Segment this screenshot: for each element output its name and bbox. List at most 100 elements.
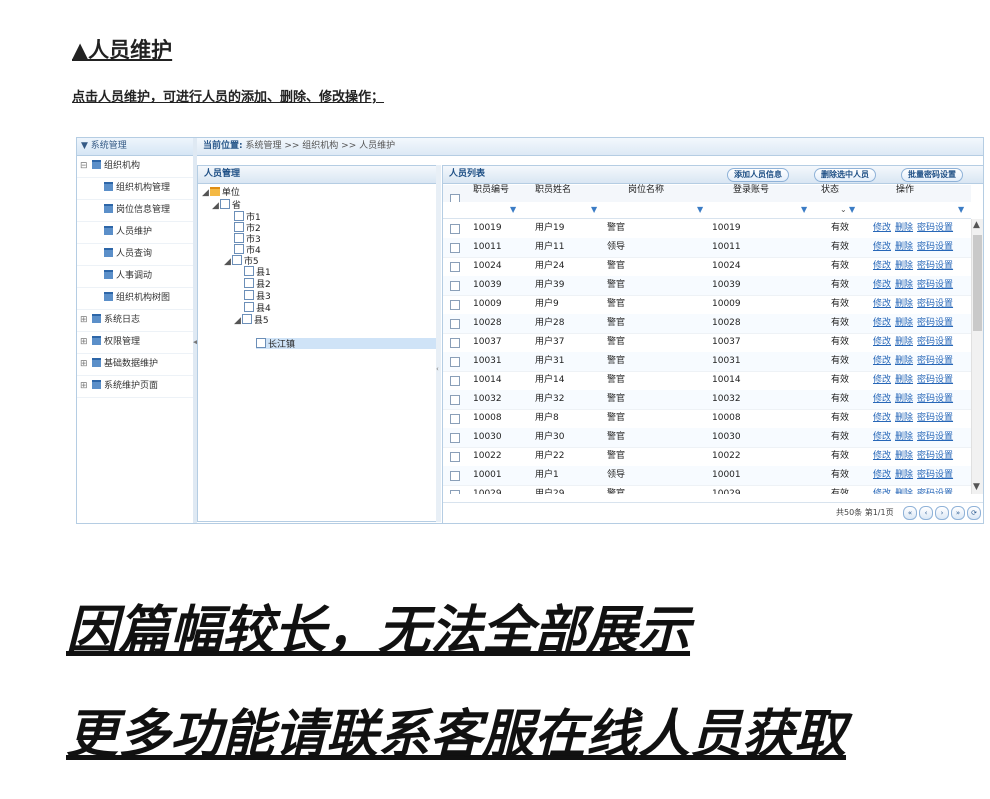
- table-row[interactable]: 10024 用户24 警官 10024 有效 修改 删除 密码设置: [443, 257, 971, 277]
- tree-node-city[interactable]: ◢ 市5: [224, 255, 259, 267]
- edit-link[interactable]: 修改: [873, 413, 891, 423]
- menu-item[interactable]: ⊞ 系统维护页面: [77, 376, 193, 398]
- delete-link[interactable]: 删除: [895, 375, 913, 385]
- edit-link[interactable]: 修改: [873, 356, 891, 366]
- tree-checkbox[interactable]: [234, 244, 244, 254]
- table-row[interactable]: 10009 用户9 警官 10009 有效 修改 删除 密码设置: [443, 295, 971, 315]
- delete-selected-button[interactable]: 删除选中人员: [814, 168, 876, 182]
- row-checkbox[interactable]: [450, 338, 460, 348]
- expand-toggle-icon[interactable]: ⊞: [77, 332, 90, 353]
- menu-item[interactable]: ⊞ 基础数据维护: [77, 354, 193, 376]
- tree-expand-icon[interactable]: ◢: [234, 316, 241, 326]
- tree-checkbox[interactable]: [244, 278, 254, 288]
- tree-node-county[interactable]: 县3: [244, 290, 271, 302]
- scroll-thumb[interactable]: [973, 235, 982, 331]
- edit-link[interactable]: 修改: [873, 394, 891, 404]
- menu-item[interactable]: 人事调动: [77, 266, 193, 288]
- edit-link[interactable]: 修改: [873, 337, 891, 347]
- delete-link[interactable]: 删除: [895, 489, 913, 494]
- filter-icon[interactable]: ▼: [958, 205, 964, 214]
- table-row[interactable]: 10011 用户11 领导 10011 有效 修改 删除 密码设置: [443, 238, 971, 258]
- tree-expand-icon[interactable]: ◢: [212, 201, 219, 211]
- delete-link[interactable]: 删除: [895, 280, 913, 290]
- table-row[interactable]: 10008 用户8 警官 10008 有效 修改 删除 密码设置: [443, 409, 971, 429]
- password-link[interactable]: 密码设置: [917, 261, 953, 271]
- tree-checkbox[interactable]: [231, 255, 242, 265]
- table-row[interactable]: 10014 用户14 警官 10014 有效 修改 删除 密码设置: [443, 371, 971, 391]
- menu-item[interactable]: ⊟ 组织机构: [77, 156, 193, 178]
- filter-icon[interactable]: ▼: [510, 205, 516, 214]
- edit-link[interactable]: 修改: [873, 280, 891, 290]
- edit-link[interactable]: 修改: [873, 223, 891, 233]
- edit-link[interactable]: 修改: [873, 242, 891, 252]
- edit-link[interactable]: 修改: [873, 451, 891, 461]
- tree-checkbox[interactable]: [219, 199, 230, 209]
- row-checkbox[interactable]: [450, 224, 460, 234]
- row-checkbox[interactable]: [450, 414, 460, 424]
- table-row[interactable]: 10032 用户32 警官 10032 有效 修改 删除 密码设置: [443, 390, 971, 410]
- tree-node-county[interactable]: 县1: [244, 266, 271, 278]
- tree-checkbox[interactable]: [244, 266, 254, 276]
- password-link[interactable]: 密码设置: [917, 489, 953, 494]
- expand-toggle-icon[interactable]: ⊞: [77, 376, 90, 397]
- tree-node-city[interactable]: 市2: [234, 222, 261, 234]
- expand-toggle-icon[interactable]: ⊟: [77, 156, 90, 177]
- row-checkbox[interactable]: [450, 433, 460, 443]
- tree-node-county[interactable]: 县2: [244, 278, 271, 290]
- expand-toggle-icon[interactable]: ⊞: [77, 310, 90, 331]
- table-row[interactable]: 10037 用户37 警官 10037 有效 修改 删除 密码设置: [443, 333, 971, 353]
- row-checkbox[interactable]: [450, 262, 460, 272]
- row-checkbox[interactable]: [450, 490, 460, 494]
- table-row[interactable]: 10019 用户19 警官 10019 有效 修改 删除 密码设置: [443, 219, 971, 239]
- menu-item[interactable]: 人员查询: [77, 244, 193, 266]
- table-row[interactable]: 10030 用户30 警官 10030 有效 修改 删除 密码设置: [443, 428, 971, 448]
- table-row[interactable]: 10029 用户29 警官 10029 有效 修改 删除 密码设置: [443, 485, 971, 494]
- tree-expand-icon[interactable]: ◢: [224, 257, 231, 267]
- col-login-account[interactable]: 登录账号: [733, 185, 769, 195]
- table-row[interactable]: 10028 用户28 警官 10028 有效 修改 删除 密码设置: [443, 314, 971, 334]
- password-link[interactable]: 密码设置: [917, 394, 953, 404]
- menu-item[interactable]: 人员维护: [77, 222, 193, 244]
- edit-link[interactable]: 修改: [873, 318, 891, 328]
- col-employee-name[interactable]: 职员姓名: [535, 185, 571, 195]
- scroll-down-icon[interactable]: ▼: [973, 482, 980, 492]
- edit-link[interactable]: 修改: [873, 375, 891, 385]
- menu-item[interactable]: 岗位信息管理: [77, 200, 193, 222]
- chevron-down-icon[interactable]: ⌄: [840, 205, 847, 214]
- tree-checkbox[interactable]: [244, 302, 254, 312]
- row-checkbox[interactable]: [450, 281, 460, 291]
- password-link[interactable]: 密码设置: [917, 318, 953, 328]
- refresh-button[interactable]: ⟳: [967, 506, 981, 520]
- delete-link[interactable]: 删除: [895, 261, 913, 271]
- row-checkbox[interactable]: [450, 300, 460, 310]
- col-position[interactable]: 岗位名称: [628, 185, 664, 195]
- expand-toggle-icon[interactable]: ⊞: [77, 354, 90, 375]
- row-checkbox[interactable]: [450, 357, 460, 367]
- table-row[interactable]: 10039 用户39 警官 10039 有效 修改 删除 密码设置: [443, 276, 971, 296]
- delete-link[interactable]: 删除: [895, 299, 913, 309]
- filter-icon[interactable]: ▼: [801, 205, 807, 214]
- delete-link[interactable]: 删除: [895, 242, 913, 252]
- edit-link[interactable]: 修改: [873, 261, 891, 271]
- filter-icon[interactable]: ▼: [591, 205, 597, 214]
- delete-link[interactable]: 删除: [895, 451, 913, 461]
- delete-link[interactable]: 删除: [895, 470, 913, 480]
- delete-link[interactable]: 删除: [895, 432, 913, 442]
- edit-link[interactable]: 修改: [873, 489, 891, 494]
- tree-checkbox[interactable]: [234, 222, 244, 232]
- next-page-button[interactable]: ›: [935, 506, 949, 520]
- delete-link[interactable]: 删除: [895, 318, 913, 328]
- tree-node-city[interactable]: 市4: [234, 244, 261, 256]
- menu-item[interactable]: 组织机构树图: [77, 288, 193, 310]
- col-status[interactable]: 状态: [821, 185, 839, 195]
- col-employee-id[interactable]: 职员编号: [473, 185, 509, 195]
- grid-scrollbar[interactable]: ▲ ▼: [971, 219, 983, 494]
- password-link[interactable]: 密码设置: [917, 375, 953, 385]
- table-row[interactable]: 10022 用户22 警官 10022 有效 修改 删除 密码设置: [443, 447, 971, 467]
- tree-node-city[interactable]: 市3: [234, 233, 261, 245]
- table-row[interactable]: 10031 用户31 警官 10031 有效 修改 删除 密码设置: [443, 352, 971, 372]
- row-checkbox[interactable]: [450, 243, 460, 253]
- password-link[interactable]: 密码设置: [917, 280, 953, 290]
- prev-page-button[interactable]: ‹: [919, 506, 933, 520]
- tree-expand-icon[interactable]: ◢: [202, 188, 209, 198]
